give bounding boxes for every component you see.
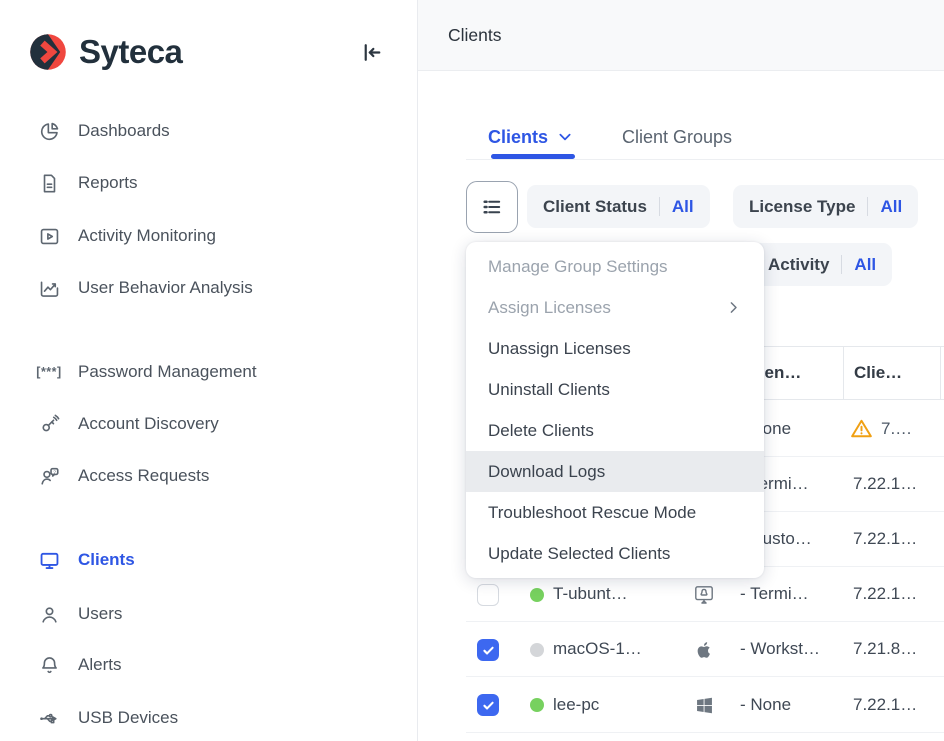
filter-client-status[interactable]: Client Status All bbox=[527, 185, 710, 228]
version-cell: 7.22.1… bbox=[853, 677, 917, 732]
bulk-actions-button[interactable] bbox=[466, 181, 518, 233]
brand-name: Syteca bbox=[79, 33, 182, 71]
menu-item-assign-licenses[interactable]: Assign Licenses bbox=[466, 287, 764, 328]
tab-clients[interactable]: Clients bbox=[488, 121, 573, 153]
pie-chart-icon bbox=[36, 119, 62, 143]
row-checkbox[interactable] bbox=[477, 584, 499, 606]
sidebar-item-password-management[interactable]: [***] Password Management bbox=[36, 358, 257, 386]
client-name-cell: lee-pc bbox=[553, 677, 599, 732]
filter-value: All bbox=[854, 255, 876, 275]
menu-item-manage-group-settings[interactable]: Manage Group Settings bbox=[466, 246, 764, 287]
table-row[interactable]: lee-pc - None 7.22.1… bbox=[466, 677, 944, 733]
usb-icon bbox=[36, 706, 62, 730]
chevron-down-icon bbox=[557, 129, 573, 145]
syteca-app: Syteca Dashboards Reports bbox=[0, 0, 944, 741]
pill-divider bbox=[841, 255, 842, 274]
sidebar-collapse-icon[interactable] bbox=[358, 38, 386, 66]
sidebar-item-users[interactable]: Users bbox=[36, 600, 122, 628]
version-cell: 7.… bbox=[849, 401, 912, 456]
sidebar-item-reports[interactable]: Reports bbox=[36, 169, 138, 197]
row-checkbox-checked[interactable] bbox=[477, 694, 499, 716]
version-cell: 7.22.1… bbox=[853, 512, 917, 566]
table-row[interactable]: macOS-1… - Workst… 7.21.8… bbox=[466, 622, 944, 677]
sidebar-item-label: Alerts bbox=[78, 655, 121, 675]
license-cell: - Workst… bbox=[740, 622, 820, 676]
sidebar-item-dashboards[interactable]: Dashboards bbox=[36, 117, 170, 145]
list-icon bbox=[480, 195, 504, 219]
menu-item-delete-clients[interactable]: Delete Clients bbox=[466, 410, 764, 451]
column-divider bbox=[940, 346, 941, 400]
page-title: Clients bbox=[448, 25, 502, 46]
filter-label: Activity bbox=[768, 255, 829, 275]
sidebar-item-label: Clients bbox=[78, 550, 135, 570]
pill-divider bbox=[867, 197, 868, 216]
sidebar-item-account-discovery[interactable]: Account Discovery bbox=[36, 410, 219, 438]
document-icon bbox=[36, 171, 62, 195]
license-cell: - None bbox=[740, 677, 791, 732]
sidebar-item-clients[interactable]: Clients bbox=[36, 546, 135, 574]
svg-text:?: ? bbox=[53, 469, 56, 475]
tab-client-groups-label: Client Groups bbox=[622, 127, 732, 148]
sidebar-item-label: Password Management bbox=[78, 362, 257, 382]
monitor-icon bbox=[36, 548, 62, 572]
person-icon bbox=[36, 602, 62, 626]
version-cell: 7.22.1… bbox=[853, 457, 917, 511]
sidebar-item-label: Activity Monitoring bbox=[78, 226, 216, 246]
tab-clients-label: Clients bbox=[488, 127, 548, 148]
actions-dropdown-menu: Manage Group Settings Assign Licenses Un… bbox=[466, 242, 764, 578]
sidebar-item-label: Account Discovery bbox=[78, 414, 219, 434]
sidebar-item-activity-monitoring[interactable]: Activity Monitoring bbox=[36, 222, 216, 250]
sidebar-item-label: Users bbox=[78, 604, 122, 624]
person-question-icon: ? bbox=[36, 464, 62, 488]
asterisks-icon: [***] bbox=[36, 360, 62, 384]
menu-item-uninstall-clients[interactable]: Uninstall Clients bbox=[466, 369, 764, 410]
sidebar: Syteca Dashboards Reports bbox=[0, 0, 418, 741]
windows-icon bbox=[692, 693, 716, 717]
menu-item-unassign-licenses[interactable]: Unassign Licenses bbox=[466, 328, 764, 369]
filter-label: License Type bbox=[749, 197, 855, 217]
version-cell: 7.22.1… bbox=[853, 567, 917, 621]
apple-icon bbox=[692, 638, 716, 662]
status-dot-online bbox=[530, 698, 544, 712]
filter-value: All bbox=[672, 197, 694, 217]
sidebar-item-label: Dashboards bbox=[78, 121, 170, 141]
row-checkbox-checked[interactable] bbox=[477, 639, 499, 661]
filter-activity[interactable]: Activity All bbox=[752, 243, 892, 286]
column-header-client-version[interactable]: Clie… bbox=[854, 347, 902, 399]
filter-label: Client Status bbox=[543, 197, 647, 217]
sidebar-item-label: Reports bbox=[78, 173, 138, 193]
bell-icon bbox=[36, 653, 62, 677]
brand-header: Syteca bbox=[28, 30, 390, 74]
filter-value: All bbox=[880, 197, 902, 217]
warning-icon bbox=[849, 416, 874, 441]
sidebar-item-alerts[interactable]: Alerts bbox=[36, 651, 121, 679]
status-dot-online bbox=[530, 588, 544, 602]
menu-item-update-selected-clients[interactable]: Update Selected Clients bbox=[466, 533, 764, 574]
sidebar-item-label: USB Devices bbox=[78, 708, 178, 728]
sidebar-item-usb-devices[interactable]: USB Devices bbox=[36, 704, 178, 732]
menu-item-download-logs[interactable]: Download Logs bbox=[466, 451, 764, 492]
play-screen-icon bbox=[36, 224, 62, 248]
linux-icon bbox=[692, 583, 716, 607]
key-signal-icon bbox=[36, 412, 62, 436]
tabs-divider bbox=[466, 159, 944, 160]
tab-client-groups[interactable]: Client Groups bbox=[622, 121, 732, 153]
page-header: Clients bbox=[418, 0, 944, 71]
filter-license-type[interactable]: License Type All bbox=[733, 185, 918, 228]
chevron-right-icon bbox=[725, 299, 742, 316]
version-cell: 7.21.8… bbox=[853, 622, 917, 676]
sidebar-item-access-requests[interactable]: ? Access Requests bbox=[36, 462, 209, 490]
status-dot-offline bbox=[530, 643, 544, 657]
syteca-logo-icon bbox=[28, 32, 68, 72]
menu-item-troubleshoot-rescue-mode[interactable]: Troubleshoot Rescue Mode bbox=[466, 492, 764, 533]
sidebar-item-label: User Behavior Analysis bbox=[78, 278, 253, 298]
sidebar-item-user-behavior-analysis[interactable]: User Behavior Analysis bbox=[36, 274, 253, 302]
trend-chart-icon bbox=[36, 276, 62, 300]
pill-divider bbox=[659, 197, 660, 216]
column-divider bbox=[843, 346, 844, 400]
client-name-cell: macOS-1… bbox=[553, 622, 642, 676]
sidebar-item-label: Access Requests bbox=[78, 466, 209, 486]
